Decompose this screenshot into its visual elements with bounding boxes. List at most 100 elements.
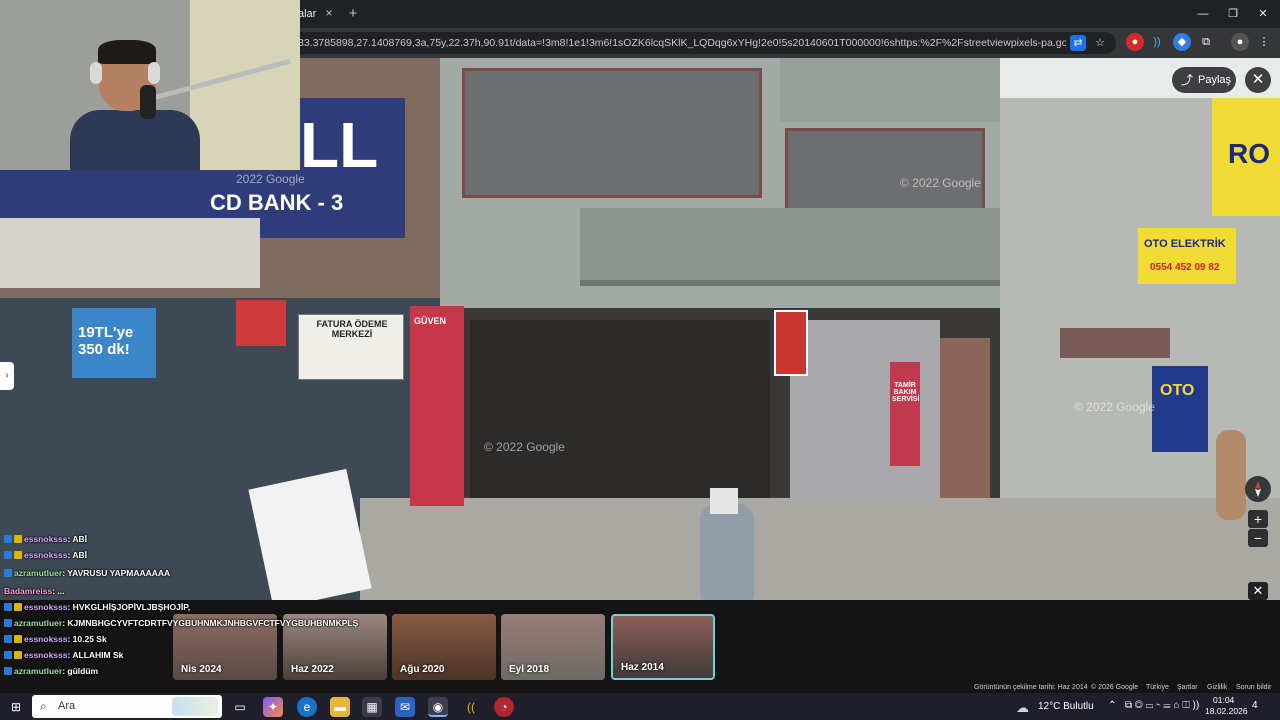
upper-windows-left <box>462 68 762 198</box>
menu-dots-icon[interactable]: ⋮ <box>1255 33 1273 51</box>
extension-audio-icon[interactable]: )) <box>1148 33 1166 51</box>
minimize-icon[interactable]: — <box>1190 4 1216 24</box>
chrome-icon[interactable]: ◉ <box>428 697 448 717</box>
new-tab-icon[interactable]: + <box>344 5 362 23</box>
extensions-puzzle-icon[interactable]: ⧉ <box>1197 33 1215 51</box>
watermark-1: © 2022 Google <box>484 440 565 454</box>
chat-user: essnoksss <box>24 550 68 560</box>
windows-start-icon[interactable]: ⊞ <box>6 697 26 717</box>
watermark-2: © 2022 Google <box>900 176 981 190</box>
promo-sign: 19TL'ye 350 dk! <box>72 308 156 378</box>
chat-text: : YAVRUSU YAPMAAAAAA <box>62 568 171 578</box>
bookmark-star-icon[interactable]: ☆ <box>1092 35 1108 51</box>
promo-sign-text: 19TL'ye 350 dk! <box>78 324 134 358</box>
chat-message: essnoksss: 10.25 Sk <box>4 634 107 646</box>
weather-icon: ☁ <box>1016 700 1029 715</box>
taskbar-search[interactable]: ⌕ Ara <box>32 695 222 718</box>
ro-sign: RO <box>1212 98 1280 216</box>
clock-date[interactable]: 18.02.2026 <box>1205 706 1248 716</box>
microphone <box>140 85 156 119</box>
compass-icon[interactable] <box>1245 476 1271 502</box>
badge-icon <box>14 635 22 643</box>
chat-overlay: essnoksss: ABİ essnoksss: ABİ azramutlue… <box>0 532 400 682</box>
task-view-icon[interactable]: ▭ <box>230 697 250 717</box>
tamir-sign: TAMİR BAKIM SERVİSİ <box>890 362 920 466</box>
chat-user: azramutluer <box>14 618 63 628</box>
chat-text: : 10.25 Sk <box>67 634 107 644</box>
chat-text: : HVKGLHİŞJOPİVLJBŞHOJİP, <box>67 602 191 612</box>
badge-icon <box>14 651 22 659</box>
profile-avatar[interactable]: ● <box>1231 33 1249 51</box>
notification-badge[interactable]: 4 <box>1252 700 1258 711</box>
fatura-sign-text: FATURA ÖDEME MERKEZİ <box>316 319 388 339</box>
share-button[interactable]: ⤴ Paylaş <box>1172 67 1236 93</box>
badge-icon <box>4 551 12 559</box>
tray-icons[interactable]: ⧉ ◎ ▭ ⌁ ☰ ⌂ ◫ )) <box>1125 700 1199 711</box>
timeline-thumb-label: Haz 2014 <box>621 662 664 673</box>
file-explorer-icon[interactable]: ▬ <box>330 697 350 717</box>
timeline-thumb[interactable]: Eyl 2018 <box>501 614 605 680</box>
store-icon[interactable]: ▦ <box>362 697 382 717</box>
roof-awning <box>780 58 1000 122</box>
audio-app-icon[interactable]: (( <box>461 697 481 717</box>
terms-link[interactable]: Şartlar <box>1177 684 1198 691</box>
timeline-thumb[interactable]: Ağu 2020 <box>392 614 496 680</box>
side-panel-toggle[interactable]: › <box>0 362 14 390</box>
share-icon: ⤴ <box>1181 73 1194 87</box>
badge-icon <box>4 651 12 659</box>
clock-time[interactable]: 01:04 <box>1213 695 1234 705</box>
small-red-sign <box>774 310 808 376</box>
shop-banner-right <box>1060 328 1170 358</box>
report-link[interactable]: Sorun bildir <box>1236 684 1271 691</box>
bank-sign-label: CD BANK - 3 <box>210 190 344 215</box>
street-pavement <box>360 498 1280 600</box>
webcam-overlay <box>0 0 300 170</box>
taskbar: ⊞ ⌕ Ara ▭ ✦ e ▬ ▦ ✉ ◉ (( ◔ ☁ 12°C Bulutl… <box>0 693 1280 720</box>
chat-message: azramutluer: KJMNBHGCYVFTCDRTFVYGBUHNMKJ… <box>4 618 358 630</box>
red-shop-sign <box>236 300 286 346</box>
weather-text[interactable]: 12°C Bulutlu <box>1038 701 1094 712</box>
timeline-thumb-selected[interactable]: Haz 2014 <box>611 614 715 680</box>
streamer-body <box>70 110 200 170</box>
pedestrian <box>1216 430 1246 520</box>
chat-message: essnoksss: ABİ <box>4 534 87 546</box>
chat-text: : güldüm <box>62 666 99 676</box>
close-window-icon[interactable]: ✕ <box>1250 4 1276 24</box>
chevron-up-icon[interactable]: ⌃ <box>1108 700 1116 711</box>
close-street-view-button[interactable]: ✕ <box>1245 67 1271 93</box>
obs-icon[interactable]: ◔ <box>494 697 514 717</box>
maximize-icon[interactable]: ❐ <box>1220 4 1246 24</box>
chat-message: essnoksss: ALLAHIM Sk <box>4 650 123 662</box>
close-timeline-button[interactable]: ✕ <box>1248 582 1268 600</box>
ro-sign-text: RO <box>1228 138 1270 169</box>
badge-icon <box>4 619 12 627</box>
zoom-out-button[interactable]: − <box>1248 529 1268 547</box>
chat-message: azramutluer: güldüm <box>4 666 98 678</box>
country-link[interactable]: Türkiye <box>1146 684 1169 691</box>
zoom-in-button[interactable]: + <box>1248 510 1268 528</box>
guven-sign: GÜVEN <box>410 306 464 506</box>
badge-icon <box>4 635 12 643</box>
copilot-icon[interactable]: ✦ <box>263 697 283 717</box>
mail-icon[interactable]: ✉ <box>395 697 415 717</box>
chat-user: essnoksss <box>24 650 68 660</box>
chat-user: azramutluer <box>14 568 63 578</box>
badge-icon <box>4 535 12 543</box>
translate-icon[interactable]: ⇄ <box>1070 35 1086 51</box>
balcony <box>580 208 1000 286</box>
copyright: © 2026 Google <box>1091 684 1139 691</box>
extension-red-icon[interactable]: ● <box>1126 33 1144 51</box>
screen: LL CD BANK - 3 19TL'ye 350 dk! FATURA ÖD… <box>0 0 1280 720</box>
search-label: Ara <box>58 700 76 712</box>
badge-icon <box>14 535 22 543</box>
garage-opening <box>470 320 770 510</box>
tab-close-icon[interactable]: × <box>322 6 336 20</box>
url-text[interactable]: 33.3785898,27.1408769,3a,75y,22.37h,90.9… <box>298 32 1066 54</box>
chat-text: : ... <box>52 586 65 596</box>
capture-date: Görüntünün çekilme tarihi: Haz 2014 <box>974 684 1088 691</box>
address-bar[interactable]: 33.3785898,27.1408769,3a,75y,22.37h,90.9… <box>290 32 1116 54</box>
extension-blue-icon[interactable]: ◆ <box>1173 33 1191 51</box>
edge-icon[interactable]: e <box>297 697 317 717</box>
fatura-sign: FATURA ÖDEME MERKEZİ <box>298 314 404 380</box>
privacy-link[interactable]: Gizlilik <box>1207 684 1227 691</box>
